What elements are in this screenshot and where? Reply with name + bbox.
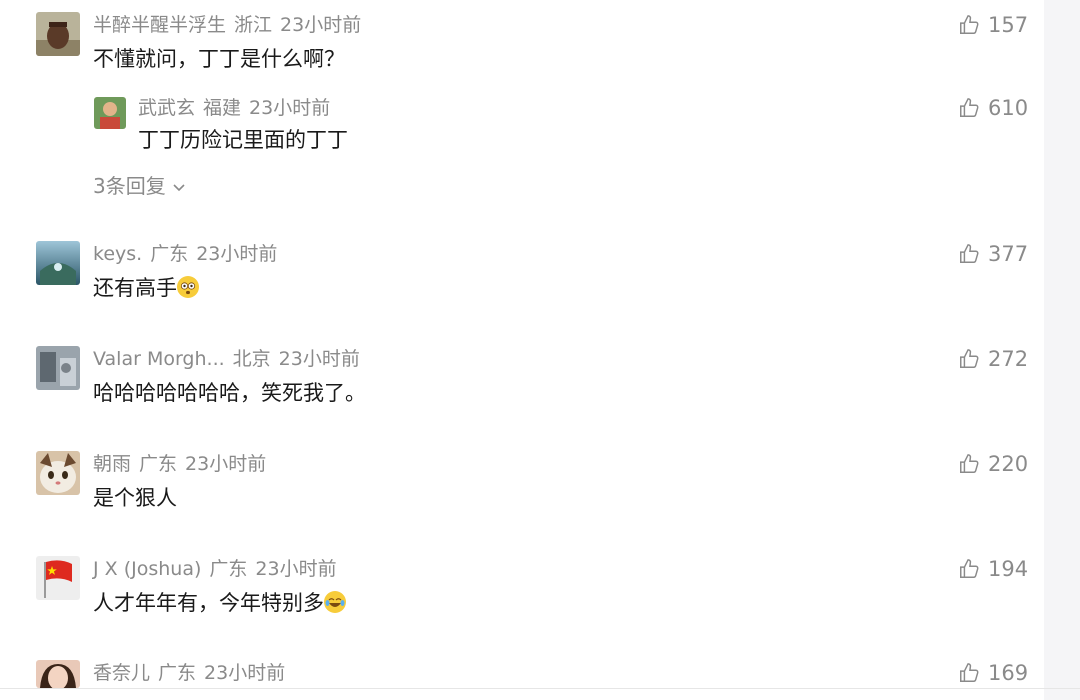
user-name[interactable]: 香奈儿 [93,662,150,684]
thumbs-up-icon [960,244,979,263]
user-name[interactable]: keys. [93,243,142,265]
chevron-down-icon [173,184,185,192]
avatar[interactable] [36,241,80,285]
thumbs-up-icon [960,663,979,682]
like-count: 169 [988,661,1029,685]
page-scroll-gutter [1044,0,1080,700]
comment-meta: 香奈儿 广东 23小时前 [93,660,293,686]
comment-time: 23小时前 [278,348,360,370]
comment-meta: 半醉半醒半浮生 浙江 23小时前 [93,12,369,38]
comment-text-body: 还有高手 [93,276,177,300]
avatar[interactable] [36,556,80,600]
reply-meta: 武武玄 福建 23小时前 [138,95,338,121]
comment-time: 23小时前 [249,97,331,119]
like-count: 272 [988,347,1029,371]
reply-text: 丁丁历险记里面的丁丁 [138,128,348,152]
more-replies-label: 3条回复 [93,174,166,198]
like-button[interactable]: 157 [958,12,1028,38]
user-name[interactable]: 半醉半醒半浮生 [93,14,226,36]
thumbs-up-icon [960,98,979,117]
astonished-emoji-icon [177,276,199,298]
comment-time: 23小时前 [185,453,267,475]
thumbs-up-icon [960,454,979,473]
user-location: 福建 [203,97,242,119]
comment-text-body: 人才年年有，今年特别多 [93,591,324,615]
avatar[interactable] [94,97,126,129]
like-count: 220 [988,452,1029,476]
user-location: 广东 [209,558,248,580]
user-name[interactable]: Valar Morgh... [93,348,225,370]
comment-text: 是个狠人 [93,486,177,510]
more-replies-link[interactable]: 3条回复 [93,173,186,199]
like-count: 610 [988,96,1029,120]
tears-of-joy-emoji-icon [324,591,346,613]
like-button[interactable]: 377 [958,241,1028,267]
like-count: 157 [988,13,1029,37]
comment-text: 还有高手 [93,273,199,303]
like-button[interactable]: 169 [958,660,1028,686]
comment-time: 23小时前 [196,243,278,265]
like-button[interactable]: 194 [958,556,1028,582]
divider [0,688,1080,689]
user-location: 广东 [139,453,178,475]
user-location: 浙江 [234,14,273,36]
comment-meta: J X (Joshua) 广东 23小时前 [93,556,345,582]
user-location: 广东 [150,243,189,265]
comment-time: 23小时前 [255,558,337,580]
like-button[interactable]: 610 [958,95,1028,121]
like-count: 377 [988,242,1029,266]
avatar[interactable] [36,12,80,56]
comment-time: 23小时前 [280,14,362,36]
like-count: 194 [988,557,1029,581]
user-name[interactable]: J X (Joshua) [93,558,201,580]
comment-text: 人才年年有，今年特别多 [93,588,346,618]
like-button[interactable]: 220 [958,451,1028,477]
thumbs-up-icon [960,15,979,34]
thumbs-up-icon [960,349,979,368]
user-name[interactable]: 朝雨 [93,453,131,475]
comment-meta: keys. 广东 23小时前 [93,241,285,267]
like-button[interactable]: 272 [958,346,1028,372]
comment-meta: 朝雨 广东 23小时前 [93,451,274,477]
avatar[interactable] [36,346,80,390]
comment-text: 不懂就问，丁丁是什么啊？ [93,47,345,71]
comment-text: 哈哈哈哈哈哈哈，笑死我了。 [93,381,366,405]
comment-time: 23小时前 [204,662,286,684]
thumbs-up-icon [960,559,979,578]
avatar[interactable] [36,660,80,688]
user-location: 北京 [232,348,271,370]
comment-meta: Valar Morgh... 北京 23小时前 [93,346,368,372]
user-location: 广东 [158,662,197,684]
avatar[interactable] [36,451,80,495]
user-name[interactable]: 武武玄 [138,97,195,119]
